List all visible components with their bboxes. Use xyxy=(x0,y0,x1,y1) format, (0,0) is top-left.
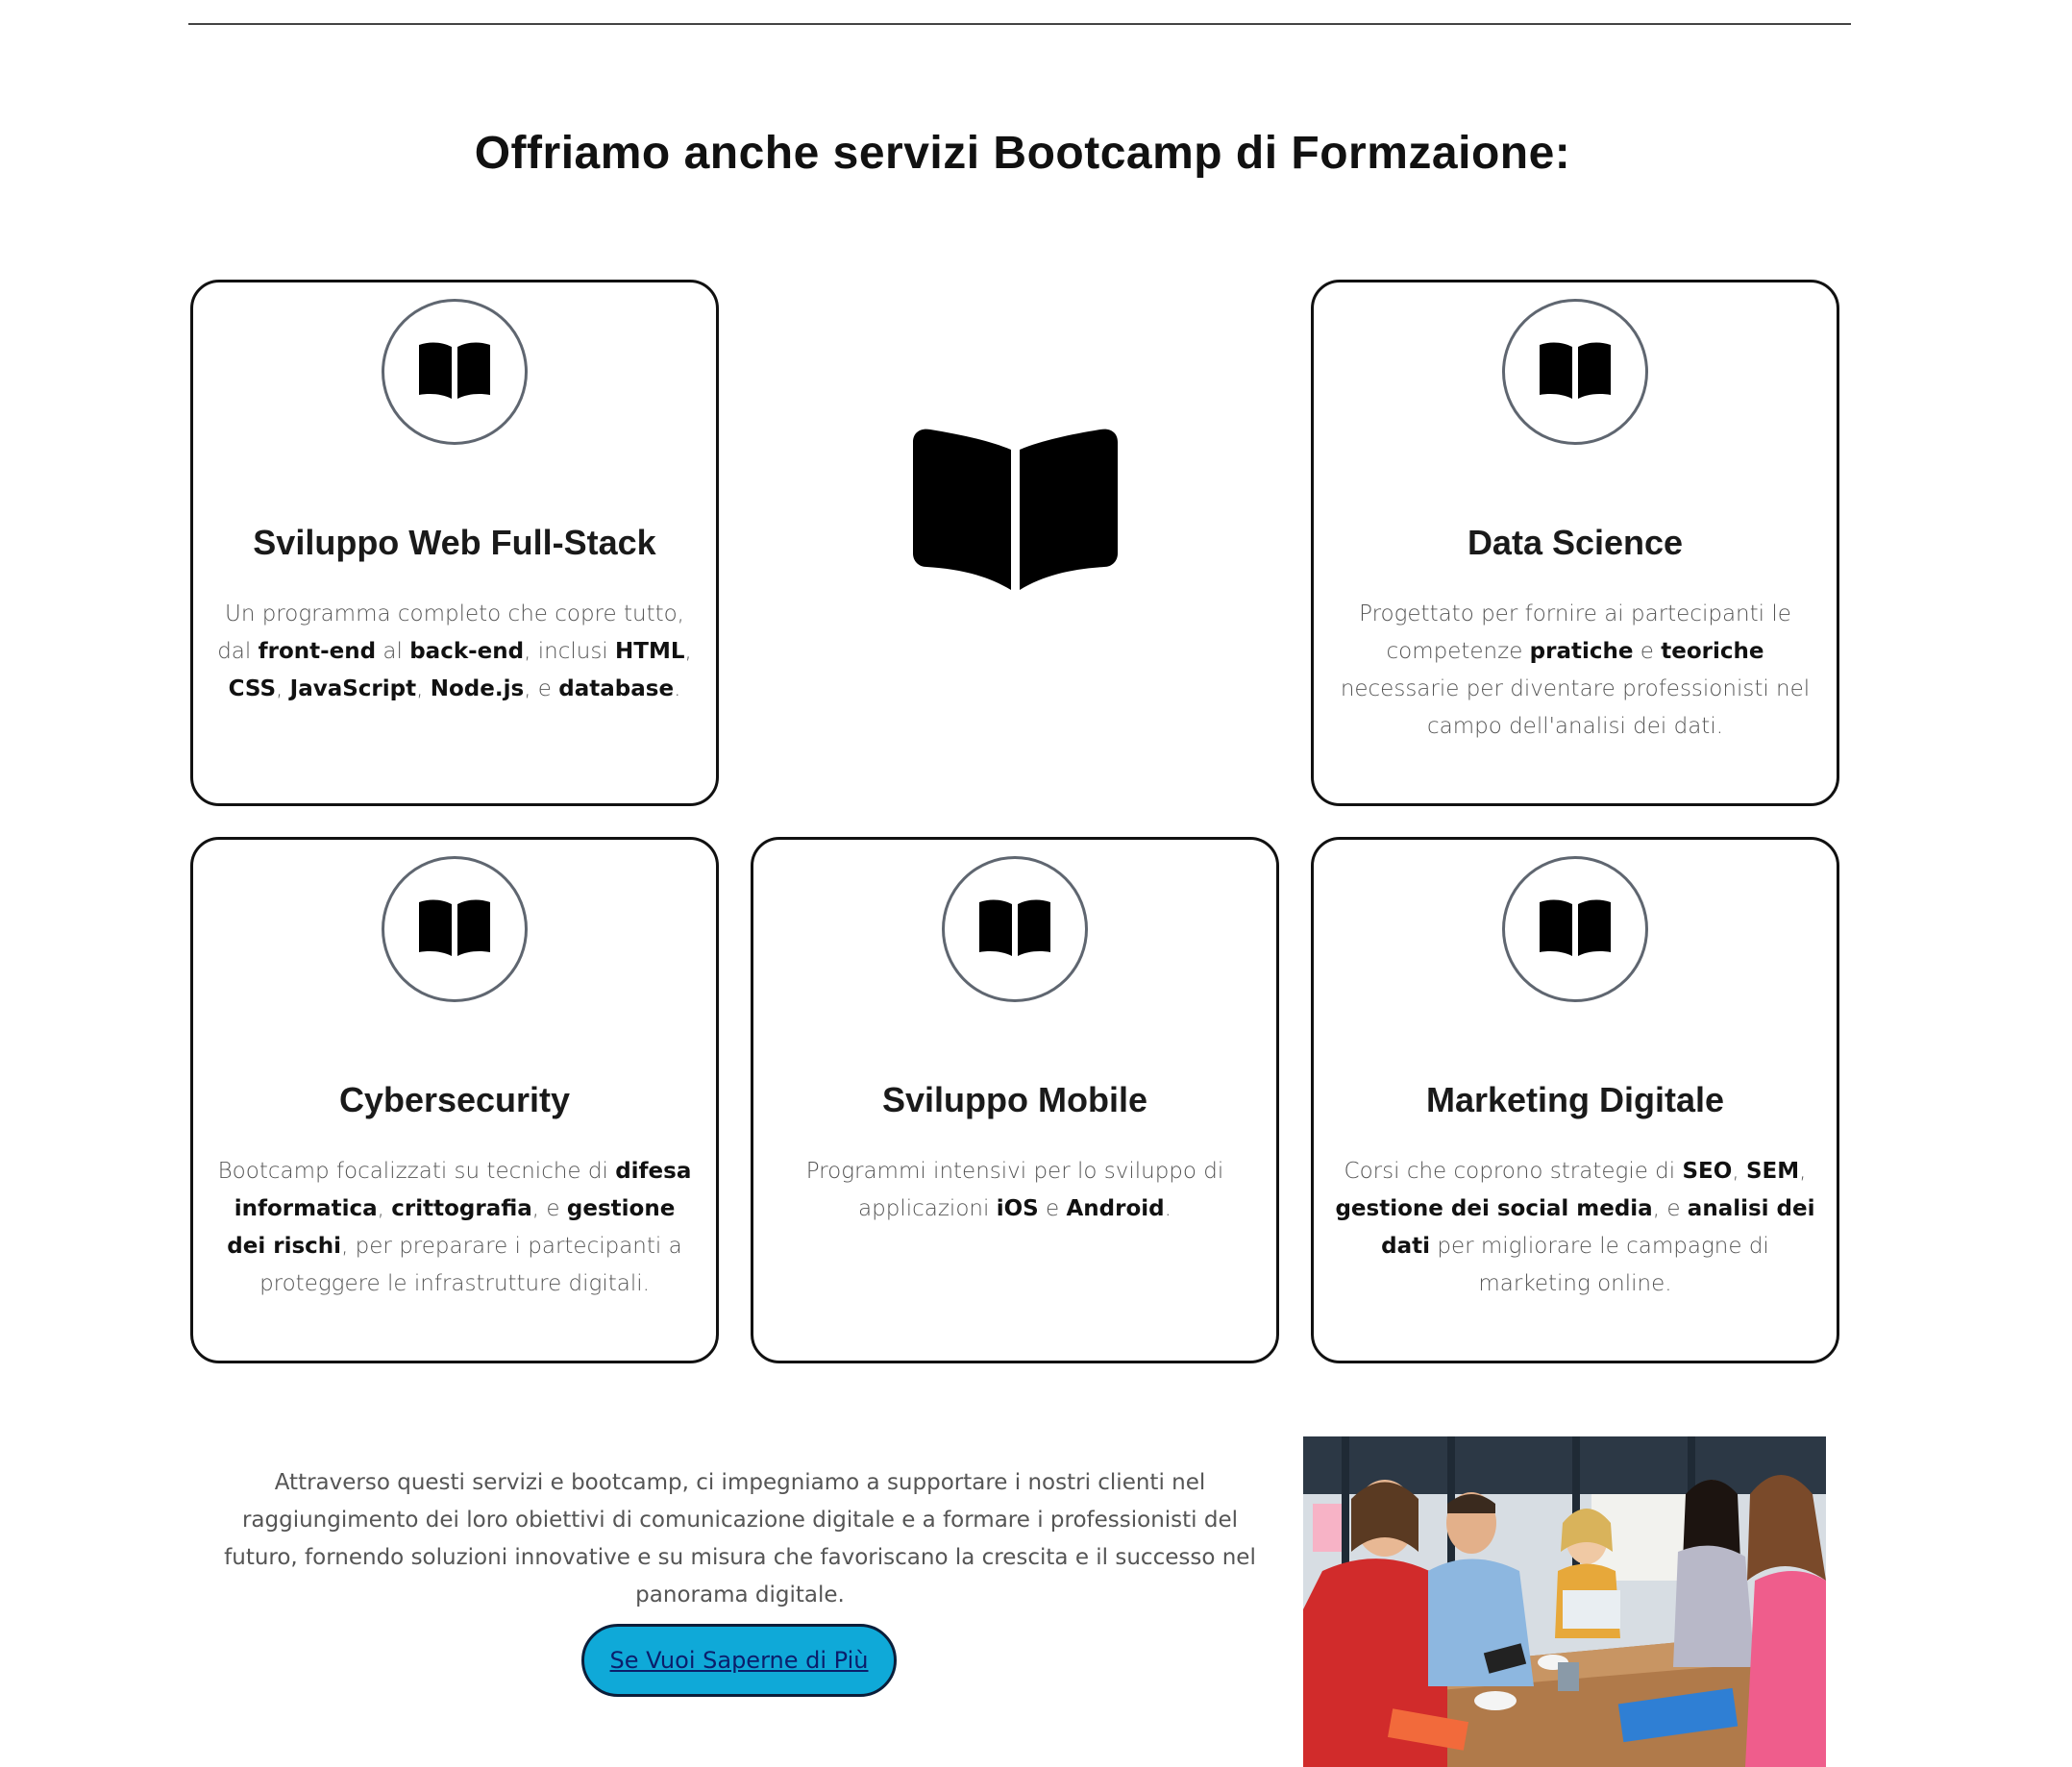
book-icon xyxy=(913,429,1118,590)
text-run: , xyxy=(684,639,692,664)
text-run: Corsi che coprono strategie di xyxy=(1344,1159,1683,1184)
text-run: . xyxy=(674,676,681,701)
card-data-science: Data Science Progettato per fornire ai p… xyxy=(1311,280,1839,806)
text-run: , e xyxy=(524,676,559,701)
text-run: , xyxy=(1799,1159,1807,1184)
book-icon xyxy=(1538,896,1613,962)
card-description: Bootcamp focalizzati su tecniche di dife… xyxy=(214,1153,695,1303)
card-description: Corsi che coprono strategie di SEO, SEM,… xyxy=(1335,1153,1815,1303)
learn-more-button[interactable]: Se Vuoi Saperne di Più xyxy=(581,1624,897,1697)
emphasis-text: iOS xyxy=(996,1196,1039,1221)
emphasis-text: crittografia xyxy=(391,1196,532,1221)
card-title: Sviluppo Web Full-Stack xyxy=(253,523,656,562)
emphasis-text: JavaScript xyxy=(289,676,417,701)
card-title: Sviluppo Mobile xyxy=(882,1080,1147,1119)
icon-circle xyxy=(1502,856,1648,1002)
emphasis-text: gestione dei social media xyxy=(1335,1196,1653,1221)
card-title: Data Science xyxy=(1467,523,1684,562)
top-divider xyxy=(188,23,1851,25)
emphasis-text: pratiche xyxy=(1529,639,1634,664)
section-title: Offriamo anche servizi Bootcamp di Formz… xyxy=(474,128,1571,179)
text-run: e xyxy=(1038,1196,1067,1221)
book-icon xyxy=(417,339,492,405)
emphasis-text: HTML xyxy=(615,639,685,664)
card-title: Marketing Digitale xyxy=(1425,1080,1725,1119)
card-cybersecurity: Cybersecurity Bootcamp focalizzati su te… xyxy=(190,837,719,1363)
text-run: , inclusi xyxy=(524,639,616,664)
text-run: , xyxy=(377,1196,392,1221)
icon-circle xyxy=(942,856,1088,1002)
text-run: al xyxy=(376,639,410,664)
card-title: Cybersecurity xyxy=(338,1080,571,1119)
team-meeting-photo xyxy=(1303,1436,1826,1767)
text-run: per migliorare le campagne di marketing … xyxy=(1430,1234,1769,1296)
emphasis-text: SEO xyxy=(1682,1159,1733,1184)
emphasis-text: Node.js xyxy=(430,676,525,701)
emphasis-text: front-end xyxy=(258,639,377,664)
card-web-fullstack: Sviluppo Web Full-Stack Un programma com… xyxy=(190,280,719,806)
book-icon xyxy=(417,896,492,962)
card-marketing: Marketing Digitale Corsi che coprono str… xyxy=(1311,837,1839,1363)
text-run: , xyxy=(416,676,431,701)
card-description: Progettato per fornire ai partecipanti l… xyxy=(1335,596,1815,746)
card-description: Un programma completo che copre tutto, d… xyxy=(214,596,695,708)
emphasis-text: CSS xyxy=(228,676,277,701)
text-run: , xyxy=(1732,1159,1746,1184)
text-run: Bootcamp focalizzati su tecniche di xyxy=(217,1159,616,1184)
closing-paragraph: Attraverso questi servizi e bootcamp, ci… xyxy=(224,1470,1256,1607)
text-run: . xyxy=(1164,1196,1172,1221)
text-run: , e xyxy=(531,1196,567,1221)
emphasis-text: database xyxy=(558,676,675,701)
text-run: , e xyxy=(1652,1196,1688,1221)
icon-circle xyxy=(382,299,528,445)
emphasis-text: teoriche xyxy=(1661,639,1764,664)
icon-circle xyxy=(382,856,528,1002)
card-description: Programmi intensivi per lo sviluppo di a… xyxy=(775,1153,1255,1228)
text-run: e xyxy=(1633,639,1662,664)
emphasis-text: back-end xyxy=(409,639,525,664)
text-run: , xyxy=(276,676,290,701)
icon-circle xyxy=(1502,299,1648,445)
book-icon xyxy=(977,896,1052,962)
book-icon xyxy=(1538,339,1613,405)
card-mobile: Sviluppo Mobile Programmi intensivi per … xyxy=(751,837,1279,1363)
emphasis-text: Android xyxy=(1066,1196,1165,1221)
emphasis-text: SEM xyxy=(1745,1159,1800,1184)
text-run: necessarie per diventare professionisti … xyxy=(1340,676,1811,739)
